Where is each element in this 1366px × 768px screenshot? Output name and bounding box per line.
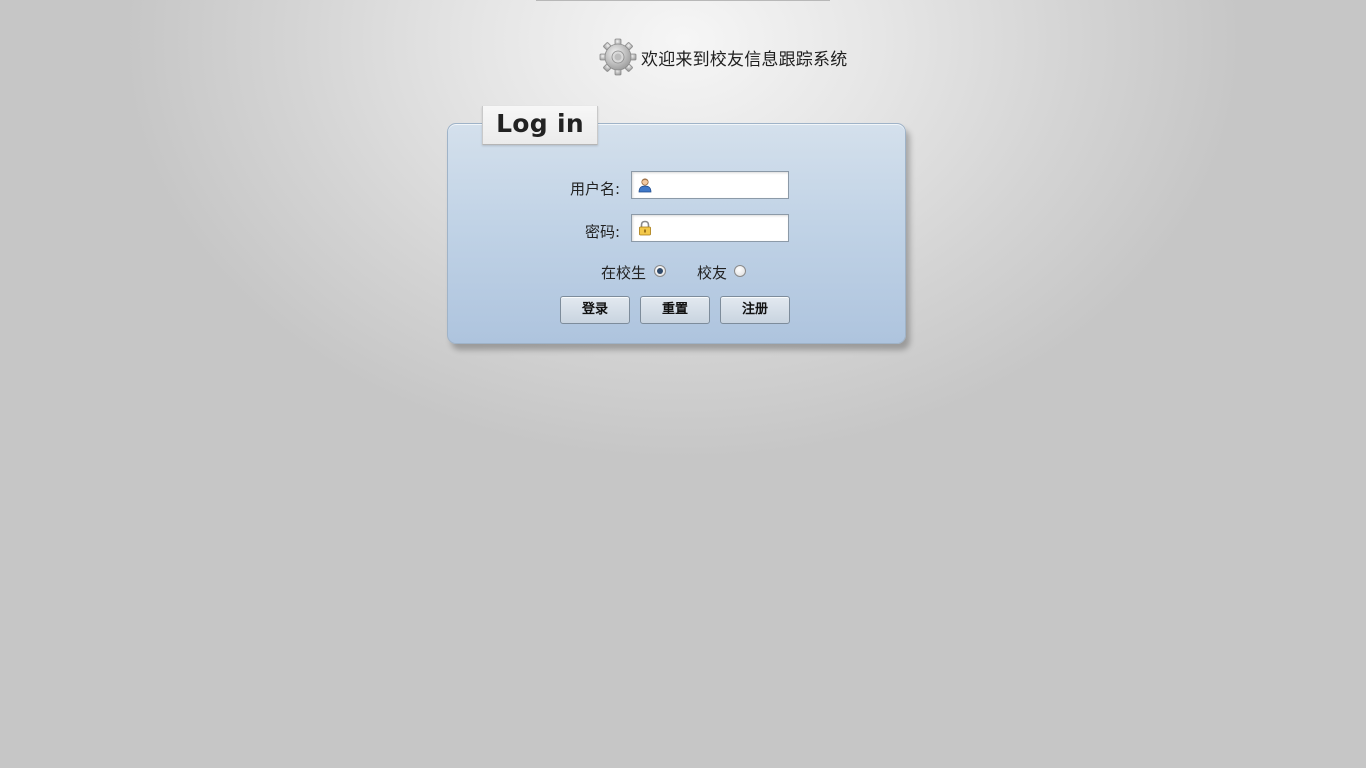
login-tab-title: Log in xyxy=(496,109,584,138)
lock-icon xyxy=(639,220,651,236)
username-input[interactable] xyxy=(654,174,782,194)
reset-button[interactable]: 重置 xyxy=(640,296,710,324)
password-input[interactable] xyxy=(654,217,782,237)
page-header: 欢迎来到校友信息跟踪系统 xyxy=(599,38,847,76)
password-field[interactable] xyxy=(631,214,789,242)
register-button[interactable]: 注册 xyxy=(720,296,790,324)
radio-label-alumni: 校友 xyxy=(697,264,728,282)
user-icon xyxy=(638,178,652,193)
password-label: 密码: xyxy=(584,223,620,241)
welcome-title: 欢迎来到校友信息跟踪系统 xyxy=(641,49,848,70)
radio-alumni[interactable] xyxy=(734,265,746,277)
top-divider xyxy=(536,0,830,1)
username-label: 用户名: xyxy=(569,180,620,198)
login-button[interactable]: 登录 xyxy=(560,296,630,324)
username-field[interactable] xyxy=(631,171,789,199)
gear-icon xyxy=(599,38,637,76)
login-tab: Log in xyxy=(482,106,598,145)
radio-label-student: 在校生 xyxy=(601,264,647,282)
radio-student[interactable] xyxy=(654,265,666,277)
